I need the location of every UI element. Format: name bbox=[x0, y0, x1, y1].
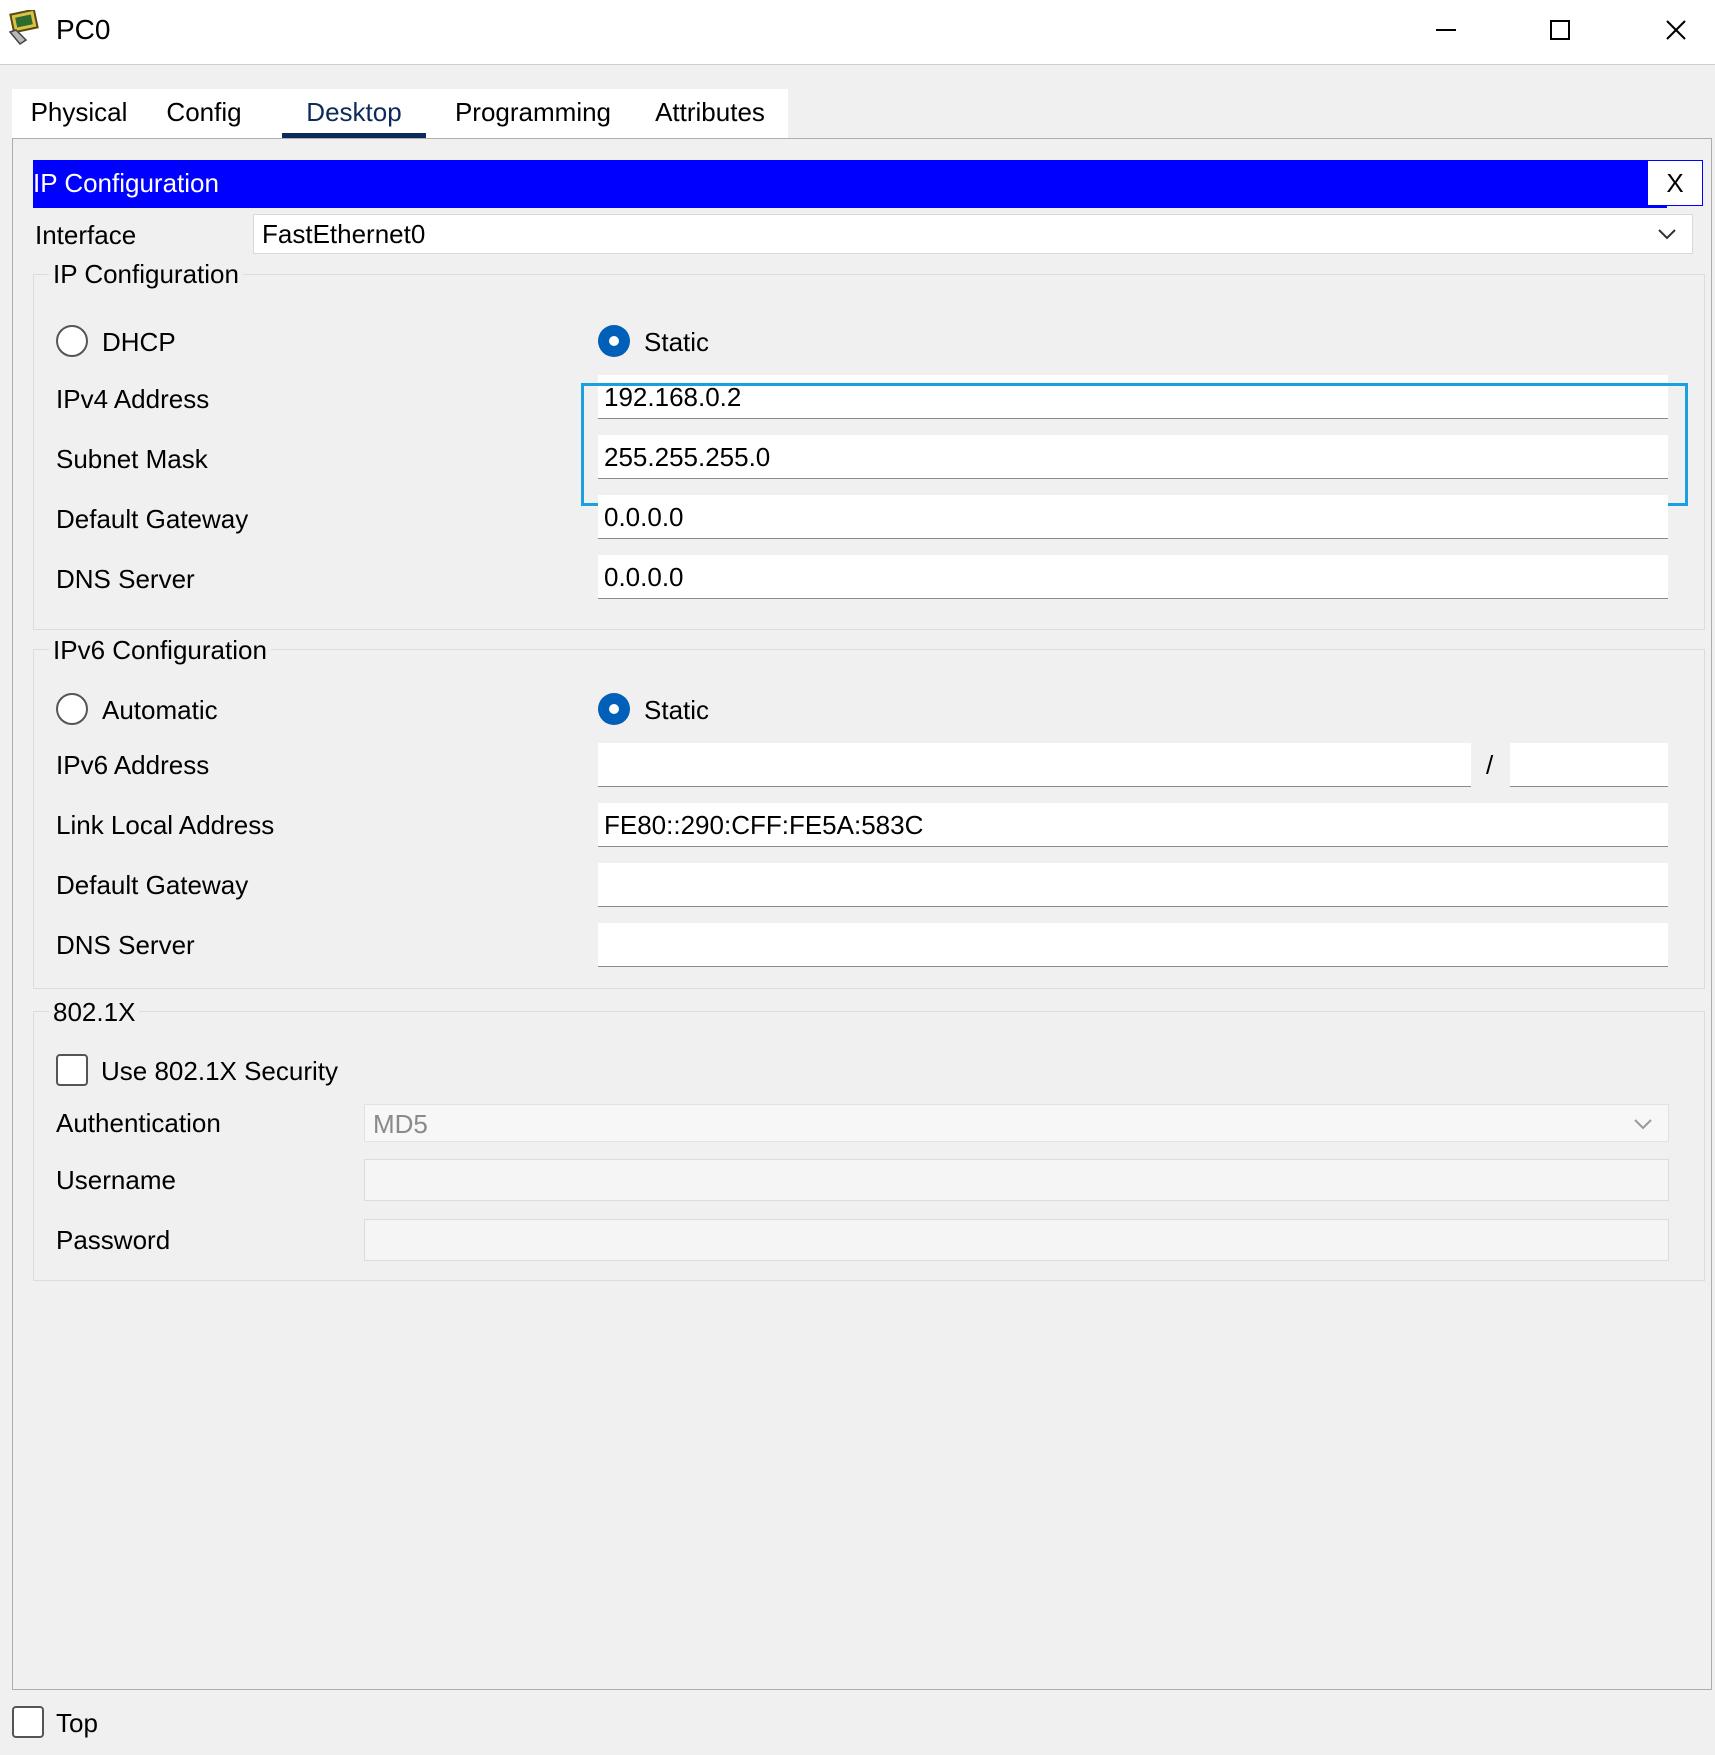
interface-value: FastEthernet0 bbox=[262, 219, 426, 249]
link-local-input[interactable]: FE80::290:CFF:FE5A:583C bbox=[598, 803, 1668, 847]
tab-physical[interactable]: Physical bbox=[24, 89, 134, 139]
username-label: Username bbox=[56, 1165, 176, 1195]
subnet-mask-label: Subnet Mask bbox=[56, 444, 208, 474]
window-title: PC0 bbox=[56, 14, 111, 45]
use-8021x-checkbox[interactable] bbox=[56, 1054, 88, 1086]
dhcp-label: DHCP bbox=[102, 327, 176, 357]
pc-app-icon bbox=[6, 8, 44, 48]
minimize-icon bbox=[1436, 29, 1456, 31]
authentication-label: Authentication bbox=[56, 1108, 221, 1138]
tab-attributes[interactable]: Attributes bbox=[640, 89, 780, 139]
chevron-down-icon bbox=[1658, 229, 1676, 240]
ipv6-static-label: Static bbox=[644, 695, 710, 725]
password-label: Password bbox=[56, 1225, 171, 1255]
use-8021x-label: Use 802.1X Security bbox=[101, 1056, 339, 1086]
ipv6-static-radio[interactable] bbox=[598, 693, 630, 725]
ipv4-static-label: Static bbox=[644, 327, 710, 357]
tab-programming[interactable]: Programming bbox=[442, 89, 624, 139]
ipv4-gateway-input[interactable]: 0.0.0.0 bbox=[598, 495, 1668, 539]
desktop-panel: IP Configuration X Interface FastEtherne… bbox=[12, 138, 1712, 1690]
tab-bar: Physical Config Desktop Programming Attr… bbox=[12, 89, 788, 139]
link-local-label: Link Local Address bbox=[56, 810, 275, 840]
ipv4-gateway-label: Default Gateway bbox=[56, 504, 249, 534]
ipv6-gateway-input[interactable] bbox=[598, 863, 1668, 907]
dot1x-group-title: 802.1X bbox=[49, 997, 140, 1028]
ipv6-dns-label: DNS Server bbox=[56, 930, 195, 960]
ipv6-automatic-label: Automatic bbox=[102, 695, 218, 725]
interface-select[interactable]: FastEthernet0 bbox=[253, 214, 1693, 254]
ipv6-group-title: IPv6 Configuration bbox=[49, 635, 271, 666]
title-bar: PC0 bbox=[0, 0, 1715, 65]
minimize-button[interactable] bbox=[1416, 8, 1476, 52]
top-checkbox[interactable] bbox=[12, 1706, 44, 1738]
chevron-down-icon bbox=[1634, 1119, 1652, 1130]
tab-config[interactable]: Config bbox=[154, 89, 254, 139]
authentication-value: MD5 bbox=[373, 1109, 428, 1139]
maximize-button[interactable] bbox=[1530, 8, 1590, 52]
ipv4-static-radio[interactable] bbox=[598, 325, 630, 357]
ipv6-prefix-input[interactable] bbox=[1510, 743, 1668, 787]
ip-config-header: IP Configuration bbox=[33, 160, 1667, 208]
close-icon bbox=[1666, 20, 1686, 40]
tab-desktop[interactable]: Desktop bbox=[282, 89, 426, 139]
authentication-select[interactable]: MD5 bbox=[364, 1104, 1669, 1142]
ipv6-address-input[interactable] bbox=[598, 743, 1471, 787]
ipv4-group-title: IP Configuration bbox=[49, 259, 243, 290]
ipv6-gateway-label: Default Gateway bbox=[56, 870, 249, 900]
ipv4-address-input[interactable]: 192.168.0.2 bbox=[598, 375, 1668, 419]
password-input[interactable] bbox=[364, 1219, 1669, 1261]
ipv6-address-label: IPv6 Address bbox=[56, 750, 210, 780]
username-input[interactable] bbox=[364, 1159, 1669, 1201]
maximize-icon bbox=[1550, 20, 1570, 40]
dhcp-radio[interactable] bbox=[56, 325, 88, 357]
ipv4-dns-label: DNS Server bbox=[56, 564, 195, 594]
ip-config-title: IP Configuration bbox=[33, 168, 219, 198]
client-area: Physical Config Desktop Programming Attr… bbox=[0, 65, 1715, 1755]
ipv6-automatic-radio[interactable] bbox=[56, 693, 88, 725]
interface-label: Interface bbox=[35, 220, 137, 250]
subnet-mask-input[interactable]: 255.255.255.0 bbox=[598, 435, 1668, 479]
close-window-button[interactable] bbox=[1646, 8, 1706, 52]
prefix-separator: / bbox=[1486, 750, 1494, 780]
ipv4-address-label: IPv4 Address bbox=[56, 384, 210, 414]
ip-config-close-button[interactable]: X bbox=[1647, 160, 1703, 206]
top-label: Top bbox=[56, 1708, 98, 1738]
ipv4-dns-input[interactable]: 0.0.0.0 bbox=[598, 555, 1668, 599]
ipv6-dns-input[interactable] bbox=[598, 923, 1668, 967]
